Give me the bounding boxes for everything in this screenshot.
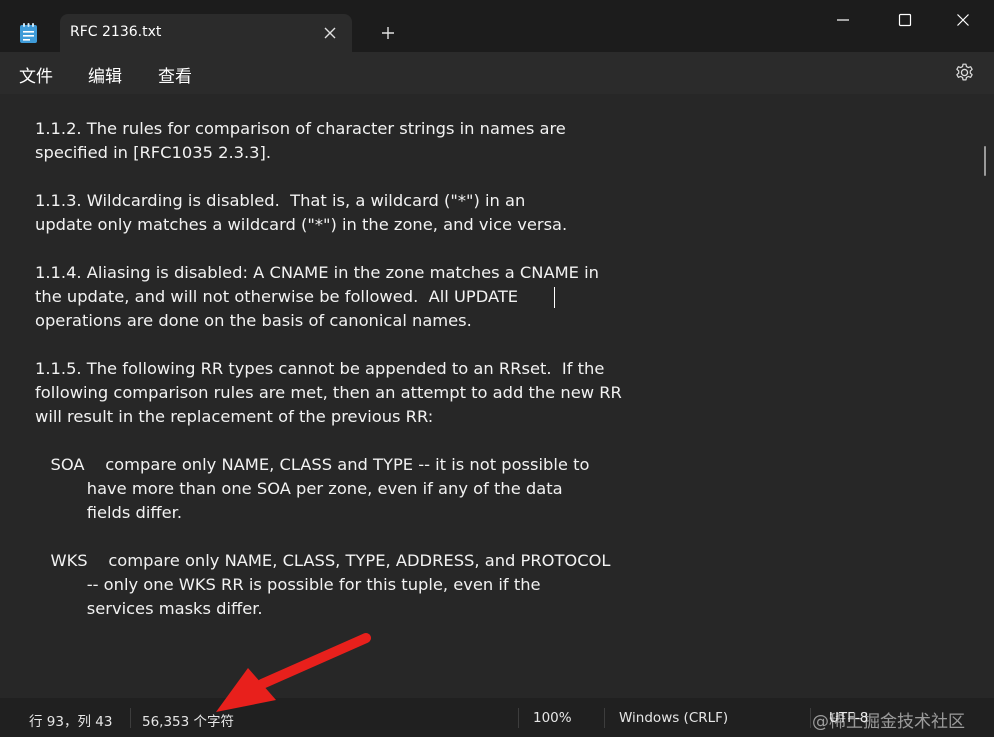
maximize-icon	[898, 13, 912, 27]
menu-edit[interactable]: 编辑	[88, 62, 122, 87]
status-divider	[130, 708, 131, 728]
cursor-position: 行 93，列 43	[29, 714, 113, 730]
title-bar: RFC 2136.txt	[0, 0, 994, 52]
text-editor[interactable]: 1.1.2. The rules for comparison of chara…	[0, 94, 994, 698]
menu-bar: 文件 编辑 查看	[0, 52, 994, 94]
text-caret	[554, 287, 555, 308]
close-window-button[interactable]	[932, 0, 994, 40]
close-icon[interactable]	[322, 25, 338, 41]
vertical-scrollbar[interactable]	[978, 94, 992, 698]
close-icon	[957, 14, 969, 26]
menu-file[interactable]: 文件	[19, 62, 53, 87]
status-divider	[518, 708, 519, 728]
menu-view[interactable]: 查看	[158, 62, 192, 87]
tab-title: RFC 2136.txt	[70, 24, 162, 40]
zoom-level[interactable]: 100%	[533, 710, 572, 726]
document-text[interactable]: 1.1.2. The rules for comparison of chara…	[35, 117, 955, 621]
minimize-button[interactable]	[812, 0, 874, 40]
tab-rfc-2136[interactable]: RFC 2136.txt	[60, 14, 352, 52]
minimize-icon	[837, 19, 849, 21]
notepad-icon	[20, 23, 37, 43]
gear-icon[interactable]	[954, 62, 975, 83]
scrollbar-thumb[interactable]	[984, 146, 986, 176]
plus-icon[interactable]	[380, 25, 396, 41]
watermark: @稀土掘金技术社区	[812, 712, 965, 732]
line-ending[interactable]: Windows (CRLF)	[619, 710, 728, 726]
status-divider	[604, 708, 605, 728]
maximize-button[interactable]	[874, 0, 936, 40]
character-count: 56,353 个字符	[142, 714, 235, 730]
status-divider	[810, 708, 811, 728]
